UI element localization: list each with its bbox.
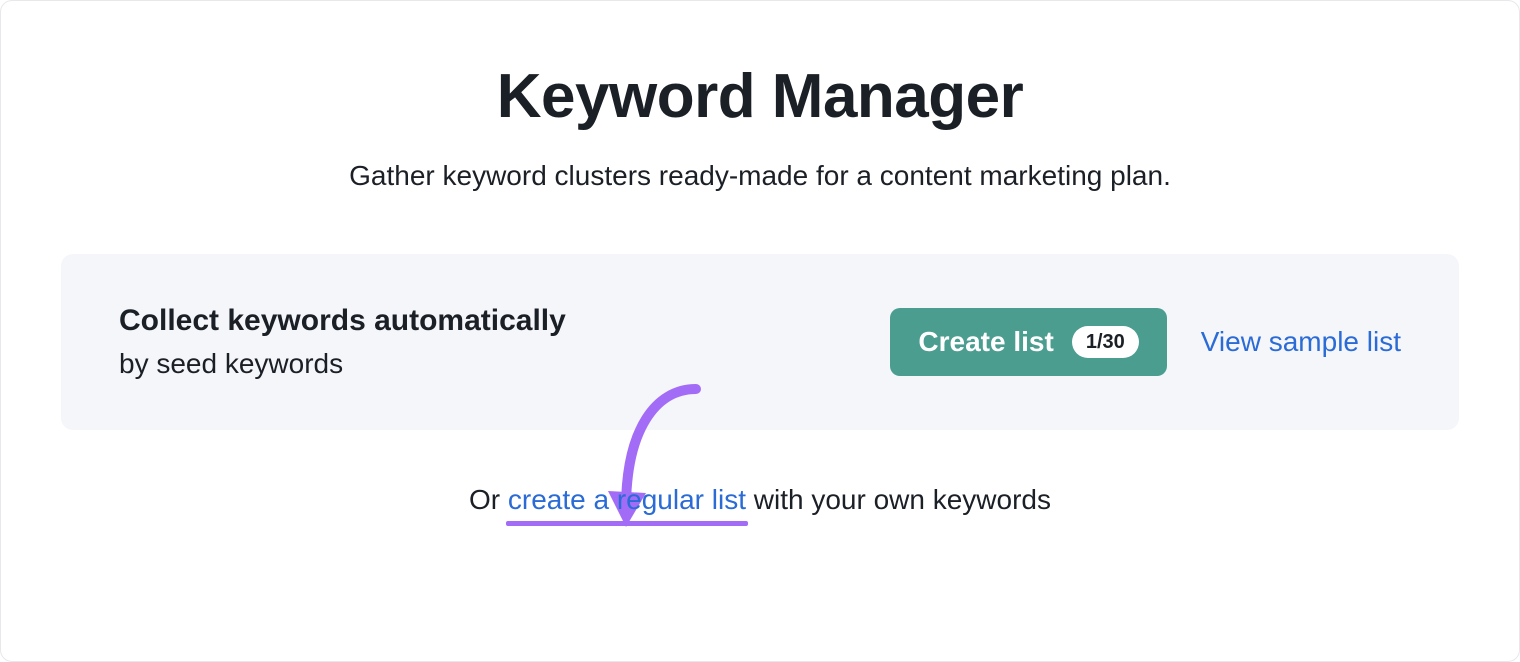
collect-card: Collect keywords automatically by seed k…: [61, 254, 1459, 430]
collect-card-actions: Create list 1/30 View sample list: [890, 308, 1401, 376]
create-regular-list-link[interactable]: create a regular list: [508, 484, 746, 516]
collect-card-text: Collect keywords automatically by seed k…: [119, 304, 566, 380]
footer-prefix: Or: [469, 484, 508, 515]
view-sample-list-link[interactable]: View sample list: [1201, 326, 1401, 358]
page-title: Keyword Manager: [1, 61, 1519, 132]
keyword-manager-panel: Keyword Manager Gather keyword clusters …: [0, 0, 1520, 662]
collect-card-heading: Collect keywords automatically: [119, 304, 566, 338]
footer-suffix: with your own keywords: [746, 484, 1051, 515]
create-list-count-badge: 1/30: [1072, 326, 1139, 358]
page-subtitle: Gather keyword clusters ready-made for a…: [1, 160, 1519, 192]
create-list-button-label: Create list: [918, 326, 1053, 358]
footer-text: Or create a regular list with your own k…: [1, 484, 1519, 516]
create-list-button[interactable]: Create list 1/30: [890, 308, 1166, 376]
collect-card-subheading: by seed keywords: [119, 348, 566, 380]
